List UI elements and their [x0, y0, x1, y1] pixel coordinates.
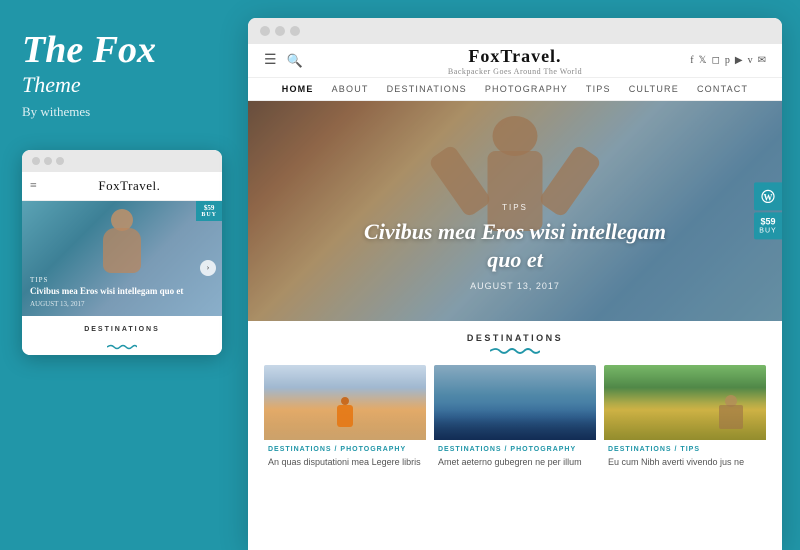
mini-browser-bar: [22, 150, 222, 172]
mini-dot-3: [56, 157, 64, 165]
mini-hero-title: Civibus mea Eros wisi intellegam quo et: [30, 286, 198, 298]
main-browser: ☰ 🔍 FoxTravel. Backpacker Goes Around Th…: [248, 18, 782, 550]
nav-culture[interactable]: CULTURE: [629, 84, 679, 94]
mini-browser-content: ≡ FoxTravel. TIPS Civibus mea Eros wisi …: [22, 172, 222, 355]
mini-hero-date: AUGUST 13, 2017: [30, 300, 198, 308]
mini-destinations: DESTINATIONS: [22, 316, 222, 355]
mini-body: [103, 228, 141, 273]
mini-tips-badge: TIPS: [30, 276, 198, 284]
card-3-excerpt: Eu cum Nibh averti vivendo jus ne: [608, 456, 762, 469]
mini-hero-figure: [103, 209, 141, 273]
cards-row: DESTINATIONS / PHOTOGRAPHY An quas dispu…: [264, 365, 766, 473]
card-3-image: [604, 365, 766, 440]
mini-arrow-btn[interactable]: ›: [200, 260, 216, 276]
price-badge: $59 BUY: [754, 212, 781, 239]
card-1-excerpt: An quas disputationi mea Legere libris: [268, 456, 422, 469]
card-1-tag: DESTINATIONS / PHOTOGRAPHY: [268, 446, 422, 453]
site-logo-name: FoxTravel.: [448, 46, 582, 67]
hero-section: TIPS Civibus mea Eros wisi intellegamquo…: [248, 101, 782, 321]
browser-dot-2: [275, 26, 285, 36]
card-1-figure: [336, 397, 354, 432]
email-icon[interactable]: ✉: [758, 55, 766, 66]
site-header: ☰ 🔍 FoxTravel. Backpacker Goes Around Th…: [248, 44, 782, 78]
header-right: f 𝕏 ◻ p ▶ v ✉: [690, 55, 766, 66]
destinations-header: DESTINATIONS: [264, 333, 766, 355]
nav-contact[interactable]: CONTACT: [697, 84, 748, 94]
mini-nav: ≡ FoxTravel.: [22, 172, 222, 201]
browser-dot-3: [290, 26, 300, 36]
nav-photography[interactable]: PHOTOGRAPHY: [485, 84, 568, 94]
left-panel: The Fox Theme By withemes ≡ FoxTravel.: [0, 0, 248, 550]
instagram-icon[interactable]: ◻: [712, 55, 720, 66]
card-3-body: DESTINATIONS / TIPS Eu cum Nibh averti v…: [604, 440, 766, 473]
mini-hero: TIPS Civibus mea Eros wisi intellegam qu…: [22, 201, 222, 316]
card-3: DESTINATIONS / TIPS Eu cum Nibh averti v…: [604, 365, 766, 473]
site-nav: HOME ABOUT DESTINATIONS PHOTOGRAPHY TIPS…: [248, 78, 782, 101]
author-label: By withemes: [22, 104, 90, 120]
nav-tips[interactable]: TIPS: [586, 84, 611, 94]
svg-text:W: W: [764, 192, 773, 202]
card-2-image: [434, 365, 596, 440]
mini-wave-icon: [107, 337, 137, 343]
card-2: DESTINATIONS / PHOTOGRAPHY Amet aeterno …: [434, 365, 596, 473]
destinations-wave: [490, 347, 540, 355]
browser-dot-1: [260, 26, 270, 36]
card-3-tag: DESTINATIONS / TIPS: [608, 446, 762, 453]
theme-title: The Fox: [22, 30, 156, 72]
card-1: DESTINATIONS / PHOTOGRAPHY An quas dispu…: [264, 365, 426, 473]
hero-date: AUGUST 13, 2017: [248, 281, 782, 291]
vimeo-icon[interactable]: v: [748, 55, 753, 66]
mini-hero-text: TIPS Civibus mea Eros wisi intellegam qu…: [30, 276, 198, 308]
pinterest-icon[interactable]: p: [725, 55, 730, 66]
card-1-image: [264, 365, 426, 440]
nav-home[interactable]: HOME: [282, 84, 314, 94]
destinations-section: DESTINATIONS DESTINATIONS / PHOTOGRAPHY: [248, 321, 782, 481]
site-logo: FoxTravel. Backpacker Goes Around The Wo…: [448, 46, 582, 76]
mini-destinations-label: DESTINATIONS: [30, 326, 214, 333]
card-1-body: DESTINATIONS / PHOTOGRAPHY An quas dispu…: [264, 440, 426, 473]
mini-browser-preview: ≡ FoxTravel. TIPS Civibus mea Eros wisi …: [22, 150, 222, 355]
header-search-icon[interactable]: 🔍: [287, 53, 303, 69]
theme-subtitle: Theme: [22, 72, 81, 98]
hero-title: Civibus mea Eros wisi intellegamquo et: [248, 218, 782, 275]
header-left: ☰ 🔍: [264, 52, 303, 69]
card-2-tag: DESTINATIONS / PHOTOGRAPHY: [438, 446, 592, 453]
destinations-label: DESTINATIONS: [264, 333, 766, 343]
wordpress-badge: W: [754, 182, 782, 210]
hamburger-icon[interactable]: ☰: [264, 52, 277, 69]
nav-about[interactable]: ABOUT: [332, 84, 369, 94]
mini-dot-2: [44, 157, 52, 165]
mini-price-badge: $59 BUY: [196, 201, 222, 221]
site-logo-tagline: Backpacker Goes Around The World: [448, 67, 582, 76]
hero-tips-badge: TIPS: [248, 203, 782, 212]
mini-dot-1: [32, 157, 40, 165]
hero-text: TIPS Civibus mea Eros wisi intellegamquo…: [248, 203, 782, 291]
twitter-icon[interactable]: 𝕏: [699, 55, 707, 66]
card-3-figure: [716, 395, 746, 435]
mini-hamburger-icon: ≡: [30, 178, 37, 193]
nav-destinations[interactable]: DESTINATIONS: [387, 84, 467, 94]
side-badges: W $59 BUY: [754, 182, 782, 239]
facebook-icon[interactable]: f: [690, 55, 693, 66]
card-2-excerpt: Amet aeterno gubegren ne per illum: [438, 456, 592, 469]
youtube-icon[interactable]: ▶: [735, 55, 743, 66]
browser-chrome-bar: [248, 18, 782, 44]
mini-logo: FoxTravel.: [45, 178, 214, 194]
card-2-body: DESTINATIONS / PHOTOGRAPHY Amet aeterno …: [434, 440, 596, 473]
